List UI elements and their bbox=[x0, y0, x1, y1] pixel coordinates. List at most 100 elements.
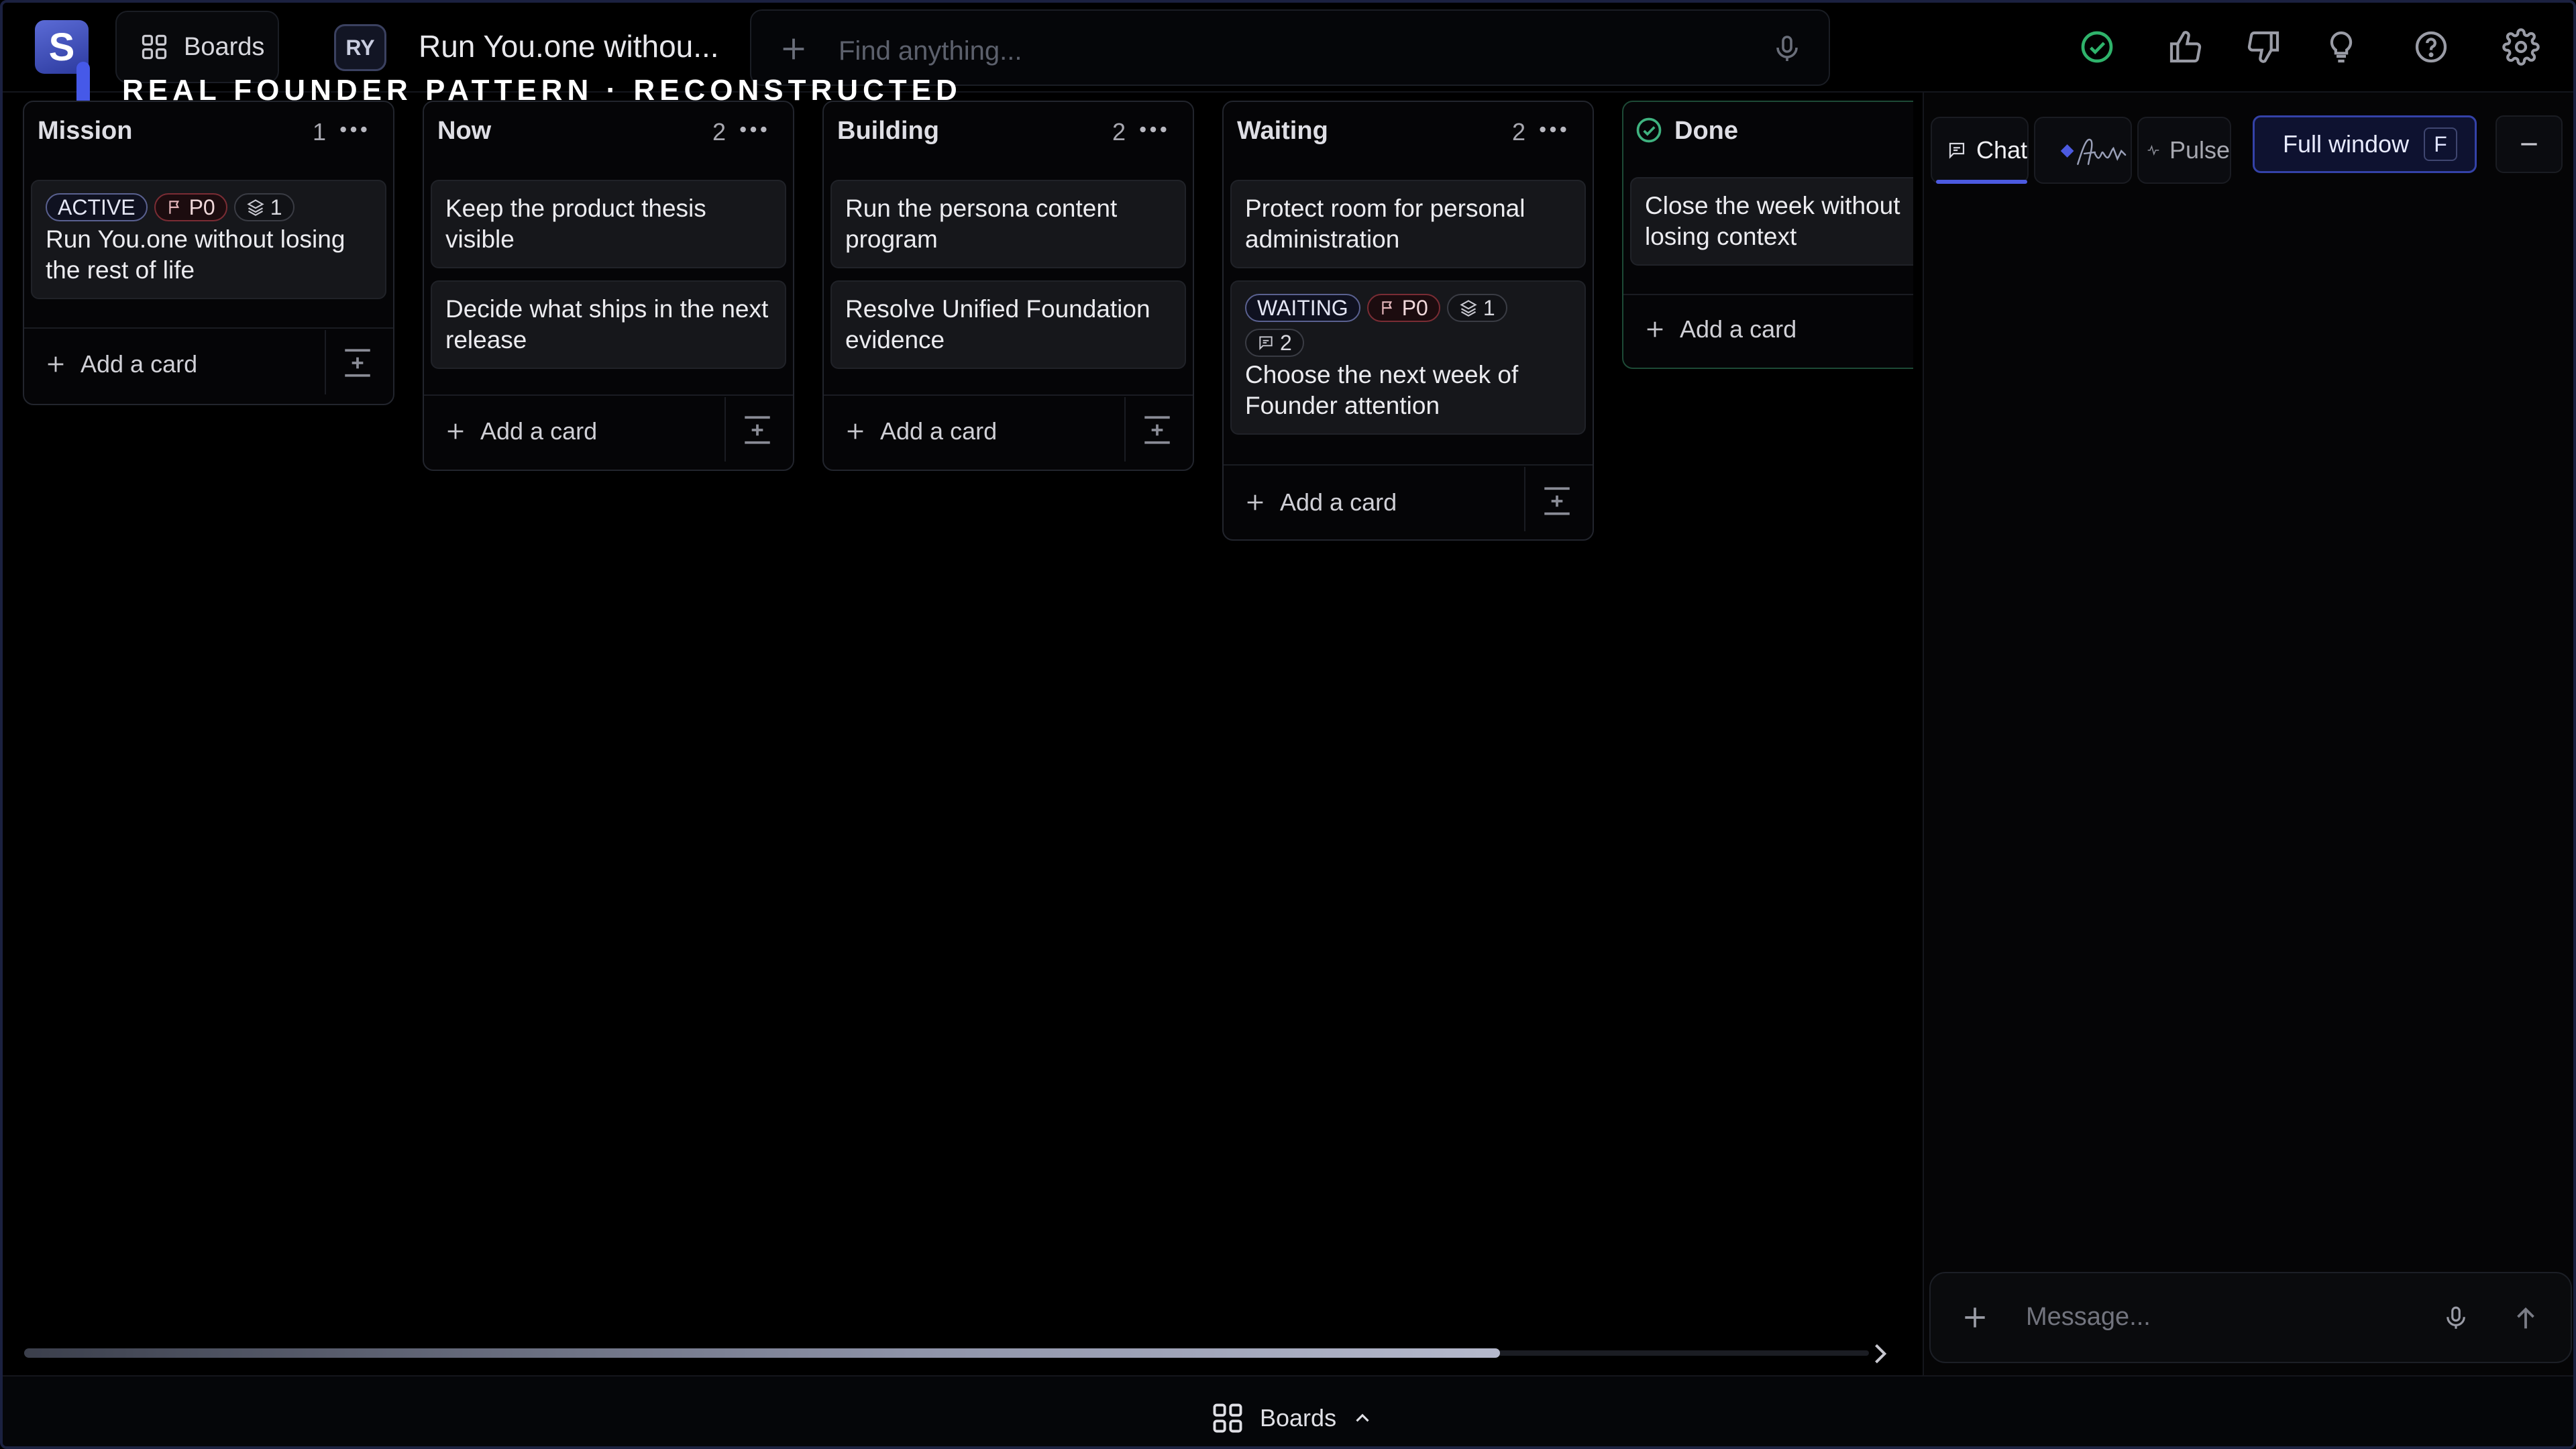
more-options-icon[interactable] bbox=[738, 119, 769, 140]
add-card-button[interactable]: Add a card bbox=[1644, 315, 1796, 343]
minus-icon bbox=[2521, 143, 2537, 146]
status-badge: WAITING bbox=[1245, 294, 1360, 322]
done-column-clip: Done 1 Close the week without losing con… bbox=[1619, 97, 1913, 378]
flag-icon bbox=[1382, 301, 1392, 315]
chat-icon bbox=[1949, 142, 1965, 159]
card-next-release[interactable]: Decide what ships in the next release bbox=[431, 280, 786, 369]
message-input[interactable]: Message... bbox=[2026, 1303, 2151, 1332]
microphone-icon[interactable] bbox=[2442, 1301, 2470, 1335]
column-count: 2 bbox=[1511, 118, 1525, 146]
plus-icon bbox=[48, 356, 64, 372]
thumbs-up-icon[interactable] bbox=[2167, 28, 2204, 66]
more-options-icon[interactable] bbox=[1138, 119, 1169, 140]
message-composer[interactable]: Message... bbox=[1929, 1272, 2572, 1363]
help-icon[interactable] bbox=[2412, 28, 2450, 66]
column-title: Building bbox=[837, 117, 939, 145]
expand-card-composer-icon[interactable] bbox=[741, 413, 774, 447]
more-options-icon[interactable] bbox=[338, 119, 369, 140]
card-title: Run You.one without losing the rest of l… bbox=[46, 225, 345, 284]
check-circle-icon bbox=[1636, 117, 1662, 143]
attach-plus-icon[interactable] bbox=[1960, 1303, 1990, 1332]
card-title: Decide what ships in the next release bbox=[445, 295, 769, 354]
tab-ava[interactable] bbox=[2034, 117, 2132, 184]
card-title: Keep the product thesis visible bbox=[445, 195, 706, 253]
card-title: Run the persona content program bbox=[845, 195, 1118, 253]
thumbs-down-icon[interactable] bbox=[2245, 28, 2282, 66]
add-card-separator bbox=[325, 330, 326, 394]
active-tab-indicator bbox=[1936, 180, 2027, 184]
card-run-you-one[interactable]: ACTIVE P0 1 Run You.one without losing t… bbox=[31, 180, 386, 299]
full-window-button[interactable]: Full window F bbox=[2253, 115, 2477, 173]
column-divider bbox=[424, 394, 793, 396]
column-title: Waiting bbox=[1237, 117, 1328, 145]
column-divider bbox=[824, 394, 1193, 396]
column-header: Done 1 bbox=[1623, 102, 1913, 157]
scrollbar-thumb[interactable] bbox=[24, 1348, 1500, 1358]
add-card-label: Add a card bbox=[480, 417, 598, 445]
tab-pulse-label: Pulse bbox=[2169, 136, 2230, 164]
expand-card-composer-icon[interactable] bbox=[1540, 484, 1574, 518]
grid-icon bbox=[1213, 1403, 1242, 1433]
board-title[interactable]: Run You.one withou... bbox=[419, 28, 719, 64]
plus-icon[interactable] bbox=[778, 34, 809, 64]
chat-panel: Chat Pulse Full window F Message... bbox=[1923, 93, 2573, 1375]
column-title: Done bbox=[1674, 117, 1738, 145]
card-persona-content[interactable]: Run the persona content program bbox=[830, 180, 1186, 268]
search-input[interactable]: Find anything... bbox=[839, 36, 1022, 66]
tab-pulse[interactable]: Pulse bbox=[2137, 117, 2231, 184]
add-card-button[interactable]: Add a card bbox=[444, 417, 597, 445]
column-count: 2 bbox=[1112, 118, 1126, 146]
boards-button-label: Boards bbox=[184, 32, 265, 61]
bottom-boards-label: Boards bbox=[1260, 1404, 1337, 1432]
layers-icon bbox=[247, 199, 264, 216]
card-personal-admin[interactable]: Protect room for personal administration bbox=[1230, 180, 1586, 268]
card-close-week[interactable]: Close the week without losing context bbox=[1630, 177, 1913, 266]
card-title: Close the week without losing context bbox=[1645, 192, 1900, 250]
column-done: Done 1 Close the week without losing con… bbox=[1622, 101, 1913, 369]
bottom-boards-switcher[interactable]: Boards bbox=[1210, 1401, 1374, 1436]
priority-label: P0 bbox=[189, 195, 215, 219]
lightbulb-icon[interactable] bbox=[2322, 28, 2360, 66]
microphone-icon[interactable] bbox=[1771, 31, 1803, 67]
comment-icon bbox=[1259, 336, 1273, 351]
add-card-button[interactable]: Add a card bbox=[844, 417, 997, 445]
tab-chat[interactable]: Chat bbox=[1931, 117, 2029, 184]
ava-signature-icon bbox=[2060, 138, 2127, 165]
card-tags: ACTIVE P0 1 bbox=[46, 193, 372, 221]
plus-icon bbox=[447, 423, 464, 439]
column-header: Building 2 bbox=[824, 102, 1193, 157]
more-options-icon[interactable] bbox=[1538, 119, 1568, 140]
minimize-button[interactable] bbox=[2496, 115, 2563, 173]
add-card-separator bbox=[1524, 467, 1525, 531]
boards-button[interactable]: Boards bbox=[115, 11, 279, 83]
card-unified-foundation[interactable]: Resolve Unified Foundation evidence bbox=[830, 280, 1186, 369]
send-arrow-icon[interactable] bbox=[2510, 1301, 2541, 1335]
flag-icon bbox=[168, 201, 179, 214]
priority-label: P0 bbox=[1401, 296, 1428, 320]
app-window: S Boards RY Run You.one withou... Find a… bbox=[0, 0, 2576, 1449]
subtask-count-badge: 1 bbox=[1446, 294, 1507, 322]
check-circle-icon[interactable] bbox=[2078, 28, 2116, 66]
add-card-label: Add a card bbox=[80, 350, 198, 378]
logo-letter: S bbox=[48, 25, 75, 69]
chevron-right-icon[interactable] bbox=[1865, 1339, 1894, 1368]
horizontal-scrollbar[interactable] bbox=[24, 1344, 1889, 1364]
comment-count-badge: 2 bbox=[1245, 329, 1304, 357]
add-card-separator bbox=[724, 397, 726, 462]
add-card-button[interactable]: Add a card bbox=[1244, 488, 1397, 517]
card-founder-attention[interactable]: WAITING P0 1 2 Choose the next week of F… bbox=[1230, 280, 1586, 435]
gear-icon[interactable] bbox=[2502, 28, 2540, 66]
pulse-icon bbox=[2147, 144, 2159, 156]
add-card-button[interactable]: Add a card bbox=[44, 350, 197, 378]
column-header: Mission 1 bbox=[24, 102, 393, 157]
expand-card-composer-icon[interactable] bbox=[341, 346, 374, 380]
column-mission: Mission 1 ACTIVE P0 1 Run You.one withou… bbox=[23, 101, 394, 405]
expand-card-composer-icon[interactable] bbox=[1140, 413, 1174, 447]
add-card-separator bbox=[1124, 397, 1126, 462]
tab-chat-label: Chat bbox=[1976, 136, 2027, 164]
column-waiting: Waiting 2 Protect room for personal admi… bbox=[1222, 101, 1594, 541]
board-avatar[interactable]: RY bbox=[334, 24, 386, 71]
plus-icon bbox=[1247, 494, 1263, 511]
card-product-thesis[interactable]: Keep the product thesis visible bbox=[431, 180, 786, 268]
grid-icon bbox=[142, 34, 167, 60]
